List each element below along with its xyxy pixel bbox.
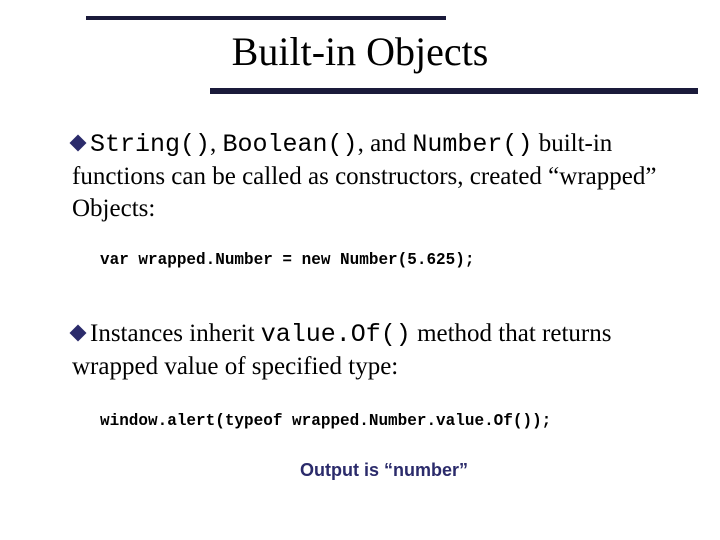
diamond-bullet-icon [70,325,87,342]
code-example-1: var wrapped.Number = new Number(5.625); [100,251,474,270]
decorative-rule-top [86,16,446,20]
code-example-2: window.alert(typeof wrapped.Number.value… [100,412,551,431]
output-note: Output is “number” [300,460,468,481]
slide-title: Built-in Objects [0,28,720,75]
code-span-boolean: Boolean() [223,130,358,159]
bullet-point-1: String(), Boolean(), and Number() built-… [72,128,680,225]
bullet-lead-text: Instances inherit [90,320,261,347]
decorative-rule-under-title [210,88,698,94]
code-span-number: Number() [412,130,532,159]
bullet-point-2: Instances inherit value.Of() method that… [72,318,680,383]
code-span-valueof: value.Of() [261,320,411,349]
diamond-bullet-icon [70,135,87,152]
text-sep: , [210,130,223,157]
code-span-string: String() [90,130,210,159]
text-sep: , and [358,130,413,157]
